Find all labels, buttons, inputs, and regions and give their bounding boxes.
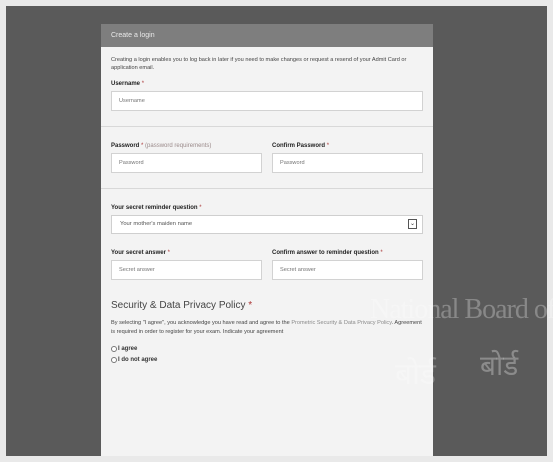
- secret-answer-input[interactable]: [111, 260, 262, 280]
- username-input[interactable]: [111, 91, 423, 111]
- secret-question-select[interactable]: Your mother's maiden name ⌄: [111, 215, 423, 234]
- privacy-title: Security & Data Privacy Policy *: [111, 300, 253, 311]
- agree-radio[interactable]: [111, 346, 117, 352]
- confirm-answer-label: Confirm answer to reminder question *: [272, 250, 383, 256]
- intro-text: Creating a login enables you to log back…: [111, 57, 407, 71]
- secret-question-label: Your secret reminder question *: [111, 205, 202, 211]
- chevron-down-icon[interactable]: ⌄: [408, 219, 417, 229]
- privacy-policy-link[interactable]: Prometric Security & Data Privacy Policy: [291, 320, 391, 326]
- privacy-text: By selecting "I agree", you acknowledge …: [111, 320, 422, 335]
- agree-label: I agree: [118, 346, 138, 352]
- confirm-password-label: Confirm Password *: [272, 143, 330, 149]
- disagree-label: I do not agree: [118, 357, 158, 363]
- panel-header: Create a login: [101, 24, 433, 47]
- divider: [101, 126, 433, 127]
- agree-option[interactable]: I agree: [111, 346, 423, 352]
- disagree-radio[interactable]: [111, 357, 117, 363]
- confirm-answer-input[interactable]: [272, 260, 423, 280]
- password-input[interactable]: [111, 153, 262, 173]
- disagree-option[interactable]: I do not agree: [111, 357, 423, 363]
- password-label: Password * (password requirements): [111, 143, 212, 149]
- password-requirements-link[interactable]: (password requirements): [145, 143, 211, 149]
- create-login-panel: Create a login Creating a login enables …: [101, 24, 433, 456]
- confirm-password-input[interactable]: [272, 153, 423, 173]
- username-label: Username *: [111, 81, 145, 87]
- secret-answer-label: Your secret answer *: [111, 250, 170, 256]
- divider: [101, 188, 433, 189]
- secret-question-value: Your mother's maiden name: [120, 221, 193, 227]
